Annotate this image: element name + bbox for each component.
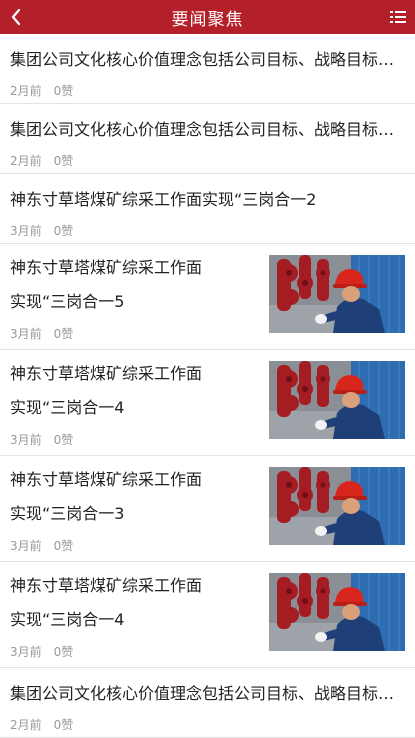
page-title: 要闻聚焦 — [171, 9, 244, 30]
news-likes: 0赞 — [53, 718, 74, 732]
news-time: 3月前 — [10, 433, 42, 447]
news-thumbnail — [269, 255, 405, 333]
news-title: 集团公司文化核心价值理念包括公司目标、战略目标、发展理念 — [10, 684, 405, 703]
news-title: 神东寸草塔煤矿综采工作面 实现“三岗合一4 — [10, 364, 203, 417]
news-item-with-image[interactable]: 神东寸草塔煤矿综采工作面 实现“三岗合一5 3月前 0赞 — [0, 244, 415, 350]
news-meta: 2月前 0赞 — [10, 152, 73, 169]
news-item-with-image[interactable]: 神东寸草塔煤矿综采工作面 实现“三岗合一4 3月前 0赞 — [0, 350, 415, 456]
news-item[interactable]: 神东寸草塔煤矿综采工作面实现“三岗合一2 3月前 0赞 — [0, 174, 415, 244]
news-likes: 0赞 — [53, 154, 74, 168]
news-time: 3月前 — [10, 224, 42, 238]
header-bar: 要闻聚焦 — [0, 0, 415, 34]
list-menu-icon — [390, 11, 406, 23]
news-likes: 0赞 — [53, 224, 74, 238]
menu-button[interactable] — [387, 0, 409, 34]
news-list: 集团公司文化核心价值理念包括公司目标、战略目标、发展理念 2月前 0赞 集团公司文… — [0, 34, 415, 738]
news-item-with-image[interactable]: 神东寸草塔煤矿综采工作面 实现“三岗合一4 3月前 0赞 — [0, 562, 415, 668]
news-thumbnail — [269, 467, 405, 545]
news-meta: 2月前 0赞 — [10, 716, 73, 733]
news-title: 神东寸草塔煤矿综采工作面 实现“三岗合一3 — [10, 470, 203, 523]
news-thumbnail — [269, 573, 405, 651]
chevron-left-icon — [11, 8, 21, 26]
news-time: 3月前 — [10, 539, 42, 553]
news-item-with-image[interactable]: 神东寸草塔煤矿综采工作面 实现“三岗合一3 3月前 0赞 — [0, 456, 415, 562]
news-title: 集团公司文化核心价值理念包括公司目标、战略目标、发展理念 — [10, 120, 405, 139]
news-likes: 0赞 — [53, 645, 74, 659]
news-time: 2月前 — [10, 84, 42, 98]
news-likes: 0赞 — [53, 539, 74, 553]
news-item[interactable]: 集团公司文化核心价值理念包括公司目标、战略目标、发展理念 2月前 0赞 — [0, 34, 415, 104]
news-likes: 0赞 — [53, 84, 74, 98]
news-meta: 2月前 0赞 — [10, 82, 73, 99]
news-title: 神东寸草塔煤矿综采工作面实现“三岗合一2 — [10, 190, 317, 209]
news-thumbnail — [269, 361, 405, 439]
news-time: 3月前 — [10, 327, 42, 341]
news-likes: 0赞 — [53, 327, 74, 341]
news-meta: 3月前 0赞 — [10, 222, 73, 239]
news-item[interactable]: 集团公司文化核心价值理念包括公司目标、战略目标、发展理念 2月前 0赞 — [0, 104, 415, 174]
news-time: 2月前 — [10, 154, 42, 168]
news-likes: 0赞 — [53, 433, 74, 447]
news-meta: 3月前 0赞 — [10, 643, 269, 660]
news-title: 神东寸草塔煤矿综采工作面 实现“三岗合一5 — [10, 258, 203, 311]
news-meta: 3月前 0赞 — [10, 325, 269, 342]
news-title: 集团公司文化核心价值理念包括公司目标、战略目标、发展理念 — [10, 50, 405, 69]
news-meta: 3月前 0赞 — [10, 537, 269, 554]
news-meta: 3月前 0赞 — [10, 431, 269, 448]
news-title: 神东寸草塔煤矿综采工作面 实现“三岗合一4 — [10, 576, 203, 629]
news-time: 2月前 — [10, 718, 42, 732]
news-time: 3月前 — [10, 645, 42, 659]
back-button[interactable] — [6, 0, 26, 34]
news-item[interactable]: 集团公司文化核心价值理念包括公司目标、战略目标、发展理念 2月前 0赞 — [0, 668, 415, 738]
